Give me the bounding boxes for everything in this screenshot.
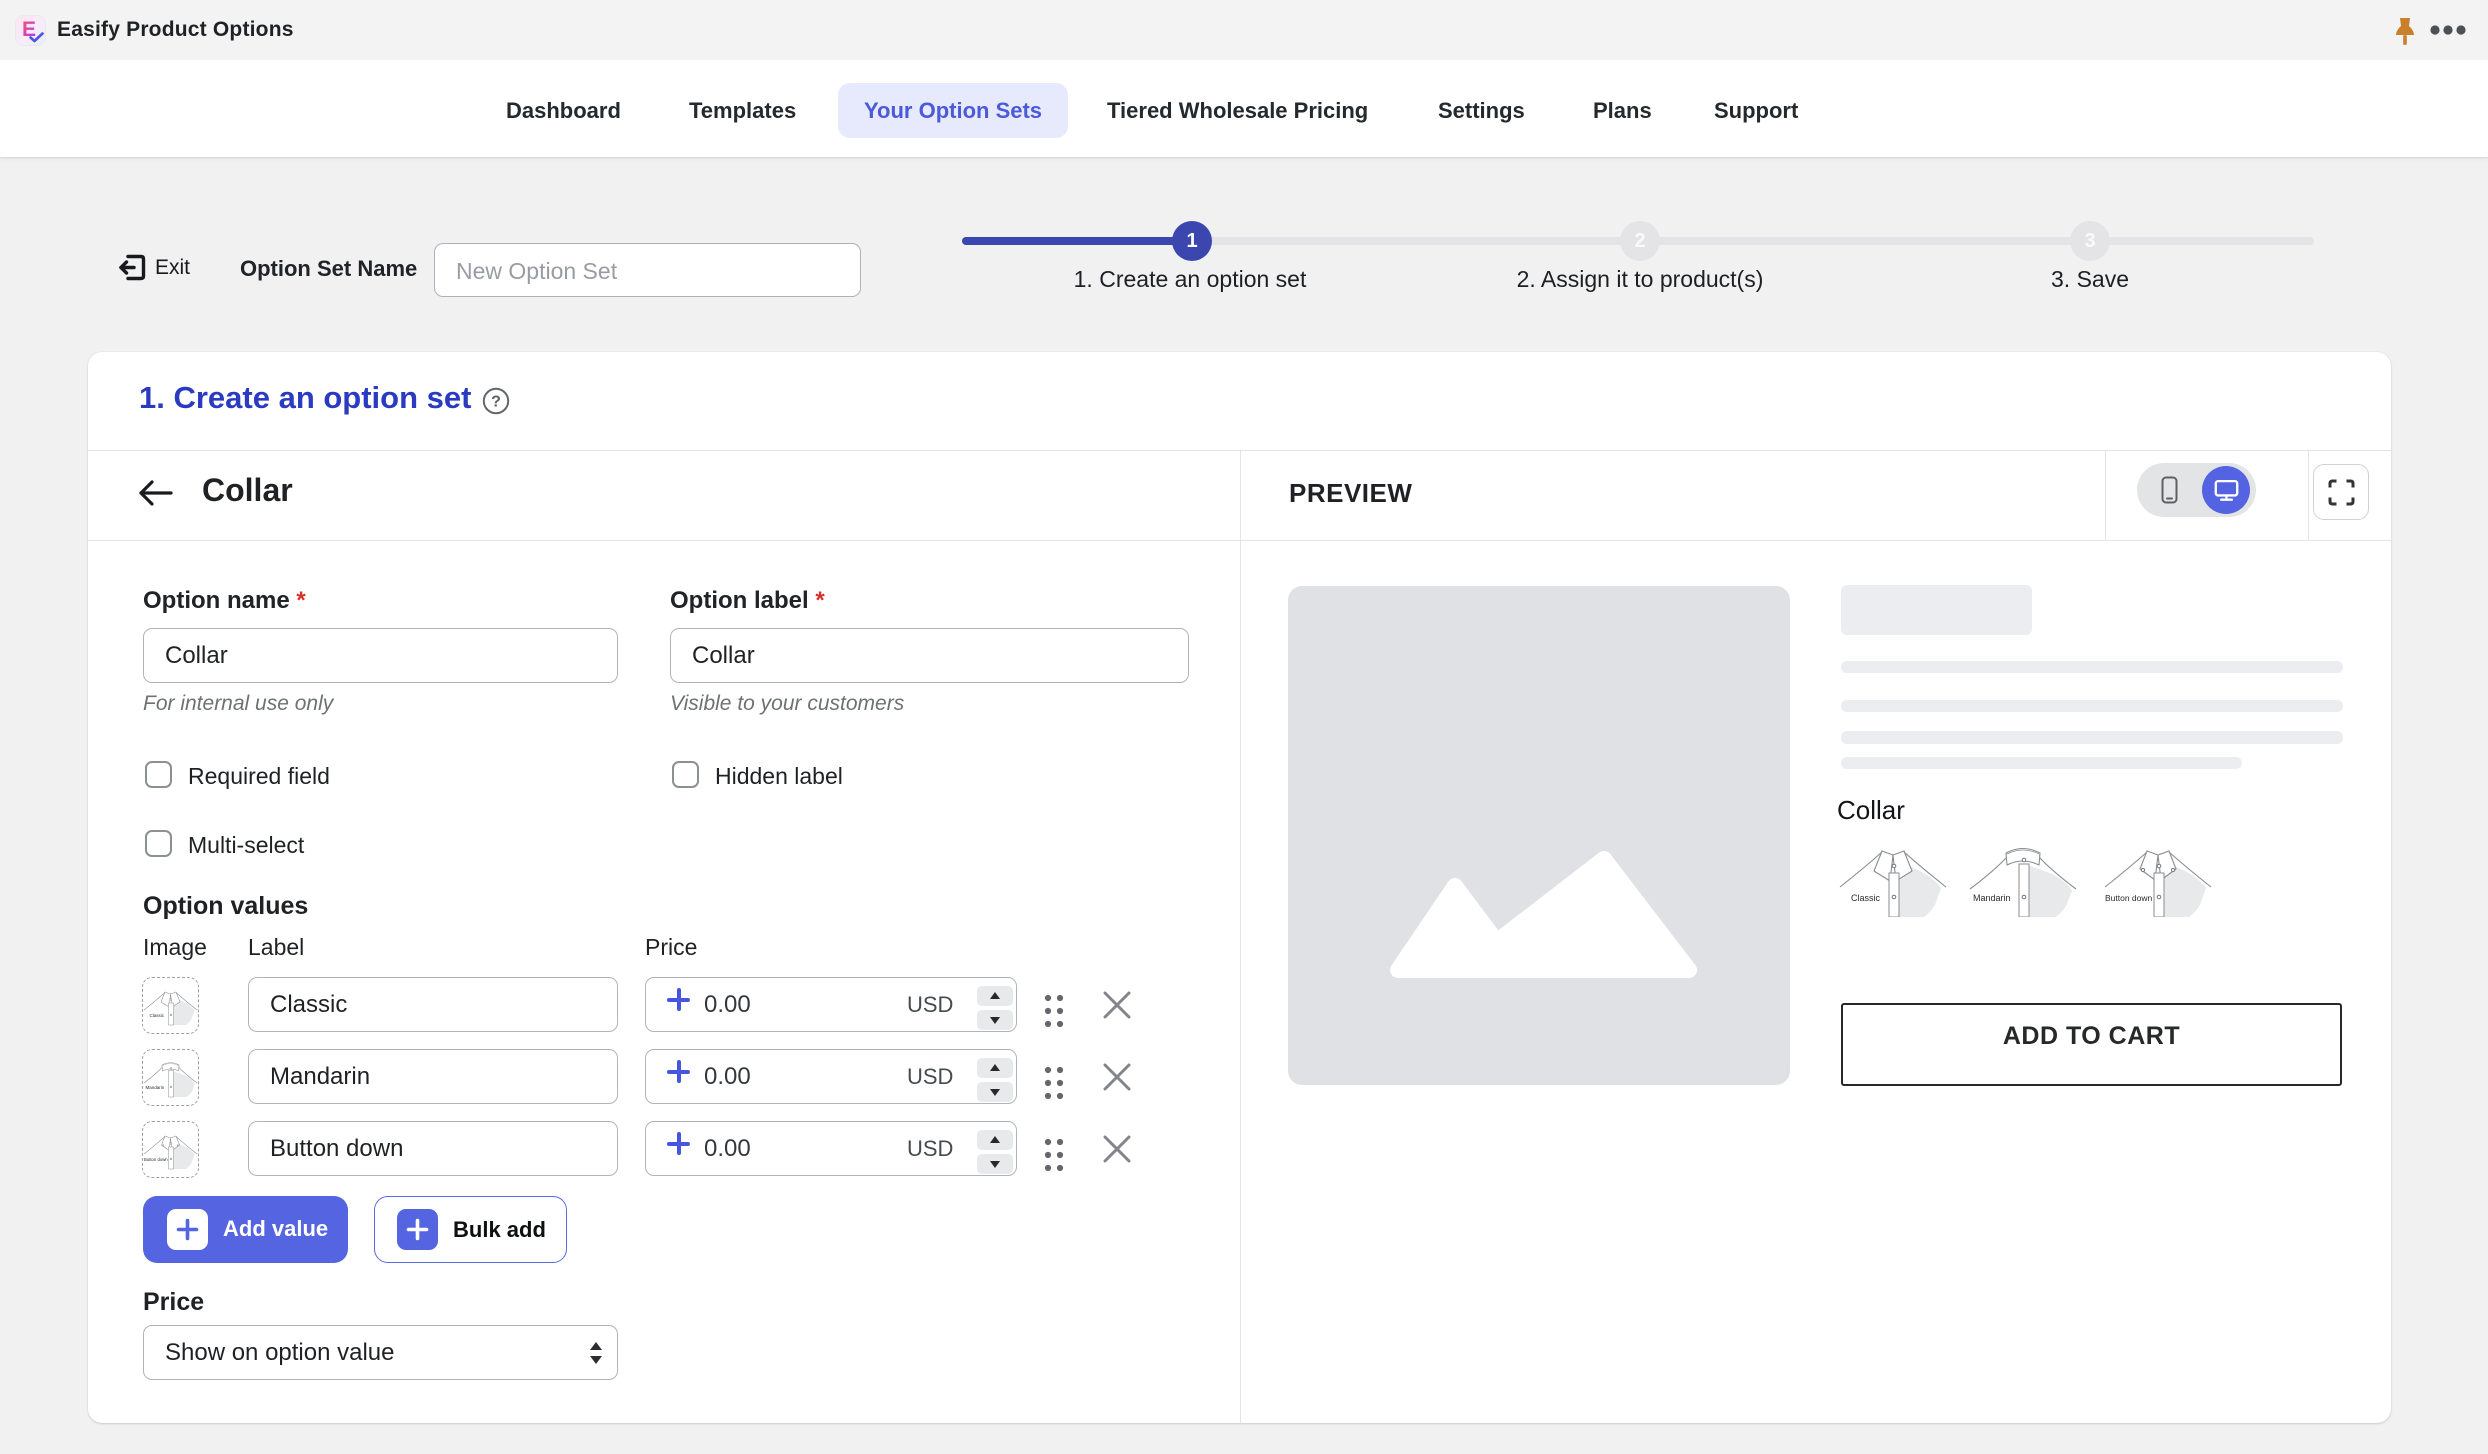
svg-text:?: ? — [491, 394, 501, 411]
